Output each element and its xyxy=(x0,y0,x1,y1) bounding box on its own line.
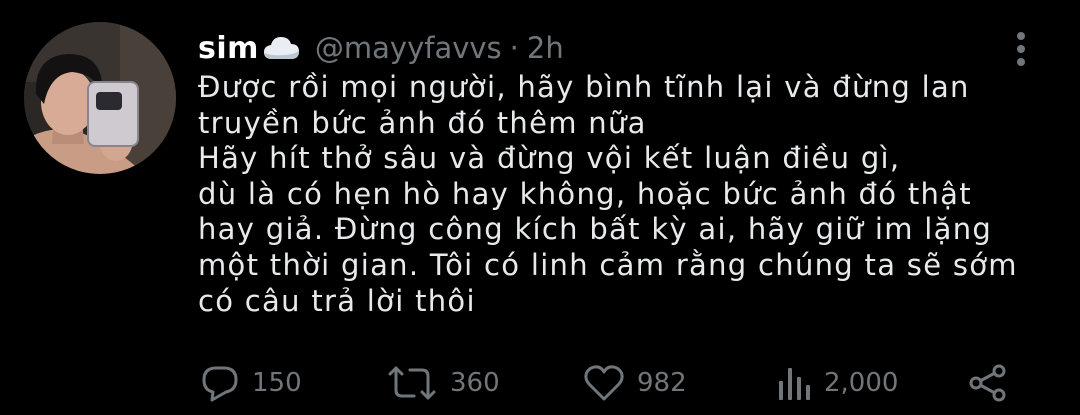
heart-icon xyxy=(583,363,625,403)
reply-count: 150 xyxy=(252,368,302,398)
views-icon xyxy=(776,363,812,403)
share-button[interactable] xyxy=(968,358,1008,408)
retweet-count: 360 xyxy=(450,368,500,398)
tweet-text: Được rồi mọi người, hãy bình tĩnh lại và… xyxy=(198,70,1018,318)
cloud-icon xyxy=(263,35,301,61)
views-button[interactable]: 2,000 xyxy=(776,358,898,408)
share-icon xyxy=(968,363,1008,403)
action-bar: 150 360 982 2,000 xyxy=(0,358,1080,408)
more-options-icon[interactable] xyxy=(1008,30,1034,70)
avatar[interactable] xyxy=(24,22,176,174)
reply-button[interactable]: 150 xyxy=(200,358,302,408)
timestamp[interactable]: 2h xyxy=(527,31,564,65)
display-name[interactable]: sim xyxy=(198,31,259,66)
views-count: 2,000 xyxy=(824,368,899,398)
tweet-header: sim @mayyfavvs · 2h xyxy=(198,26,564,70)
like-button[interactable]: 982 xyxy=(583,358,687,408)
separator-dot: · xyxy=(509,31,519,65)
like-count: 982 xyxy=(637,368,687,398)
user-handle[interactable]: @mayyfavvs xyxy=(315,31,502,65)
avatar-photo xyxy=(24,22,176,174)
retweet-icon xyxy=(386,363,438,403)
reply-icon xyxy=(200,363,240,403)
retweet-button[interactable]: 360 xyxy=(386,358,500,408)
